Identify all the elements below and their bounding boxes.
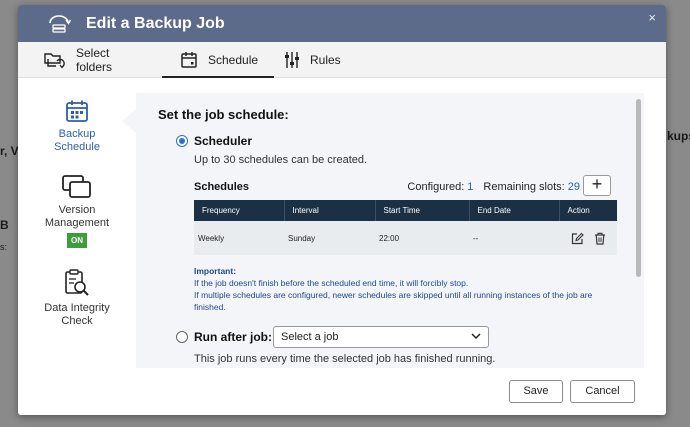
sidenav-label: Data Integrity [44,302,110,314]
scheduler-radio[interactable] [176,135,188,147]
sidenav-label: Check [61,315,93,327]
dialog-titlebar: Edit a Backup Job × [18,5,666,42]
save-button[interactable]: Save [509,380,563,403]
schedule-counts: Configured: 1 Remaining slots: 29 [407,181,580,193]
background-text: kups [667,129,690,143]
run-after-job-label: Run after job: [194,330,272,344]
tab-bar: Select folders Schedule Rules [18,42,666,78]
cell-frequency: Weekly [194,221,284,255]
important-note: Important: If the job doesn't finish bef… [194,265,624,313]
configured-value: 1 [467,181,474,193]
tab-select-folders[interactable]: Select folders [38,42,162,77]
chevron-down-icon [470,329,482,350]
cell-interval: Sunday [284,221,375,255]
stacked-windows-icon [18,175,136,199]
column-header-interval: Interval [284,200,376,221]
dialog-title: Edit a Backup Job [86,14,225,32]
table-header-row: Frequency Interval Start Time End Date A… [194,200,617,221]
run-after-job-radio[interactable] [176,331,188,343]
calendar-icon [18,99,136,123]
run-after-job-description: This job runs every time the selected jo… [194,353,496,365]
scheduler-label: Scheduler [194,134,253,148]
column-header-action: Action [559,200,617,221]
sidenav-item-backup-schedule[interactable]: Backup Schedule [18,99,136,154]
nav-pointer-arrow [122,109,136,133]
side-nav: Backup Schedule Version Management ON Da… [18,79,136,369]
scrollbar[interactable] [636,99,641,277]
background-text: s: [0,242,8,252]
edit-backup-job-dialog: Edit a Backup Job × Select folders Sched… [18,5,666,415]
panel-title: Set the job schedule: [158,107,289,122]
backup-sync-icon [46,13,72,35]
configured-label: Configured: [407,181,465,193]
important-line: If multiple schedules are configured, ne… [194,290,593,312]
select-job-dropdown[interactable]: Select a job [273,326,489,348]
sidenav-item-version-management[interactable]: Version Management ON [18,175,136,248]
sidenav-label: Management [44,217,110,229]
tab-schedule[interactable]: Schedule [162,42,274,78]
column-header-frequency: Frequency [194,200,285,221]
column-header-end-date: End Date [469,200,560,221]
tab-rules[interactable]: Rules [274,42,357,77]
remaining-label: Remaining slots: [483,181,565,193]
schedules-heading: Schedules [194,181,250,193]
important-line: If the job doesn't finish before the sch… [194,278,469,288]
column-header-start-time: Start Time [375,200,470,221]
cell-end-date: -- [469,221,559,255]
remaining-value: 29 [567,181,580,193]
tab-label: Rules [310,52,341,67]
schedules-table: Frequency Interval Start Time End Date A… [194,200,617,255]
sidenav-label: Schedule [54,141,100,153]
schedule-panel: Set the job schedule: Scheduler Up to 30… [136,93,644,368]
clipboard-search-icon [18,269,136,297]
cancel-button[interactable]: Cancel [570,380,635,403]
edit-icon[interactable] [571,232,584,245]
tab-label: Select folders [76,45,113,74]
background-text: B [0,218,9,232]
sidenav-label: Version [58,204,96,216]
calendar-icon [180,51,198,69]
cell-start-time: 22:00 [375,221,469,255]
important-title: Important: [194,266,237,276]
sidenav-item-data-integrity-check[interactable]: Data Integrity Check [18,269,136,328]
trash-icon[interactable] [594,232,606,245]
sliders-icon [284,51,300,69]
status-badge: ON [67,233,87,248]
tab-label: Schedule [208,52,259,67]
scheduler-description: Up to 30 schedules can be created. [194,154,368,166]
close-icon[interactable]: × [648,10,656,25]
folder-sync-icon [44,51,66,69]
table-row: Weekly Sunday 22:00 -- [194,221,617,255]
sidenav-label: Backup [58,128,96,140]
select-job-value: Select a job [281,331,339,343]
cell-action [559,221,617,255]
add-schedule-button[interactable]: + [583,175,611,196]
